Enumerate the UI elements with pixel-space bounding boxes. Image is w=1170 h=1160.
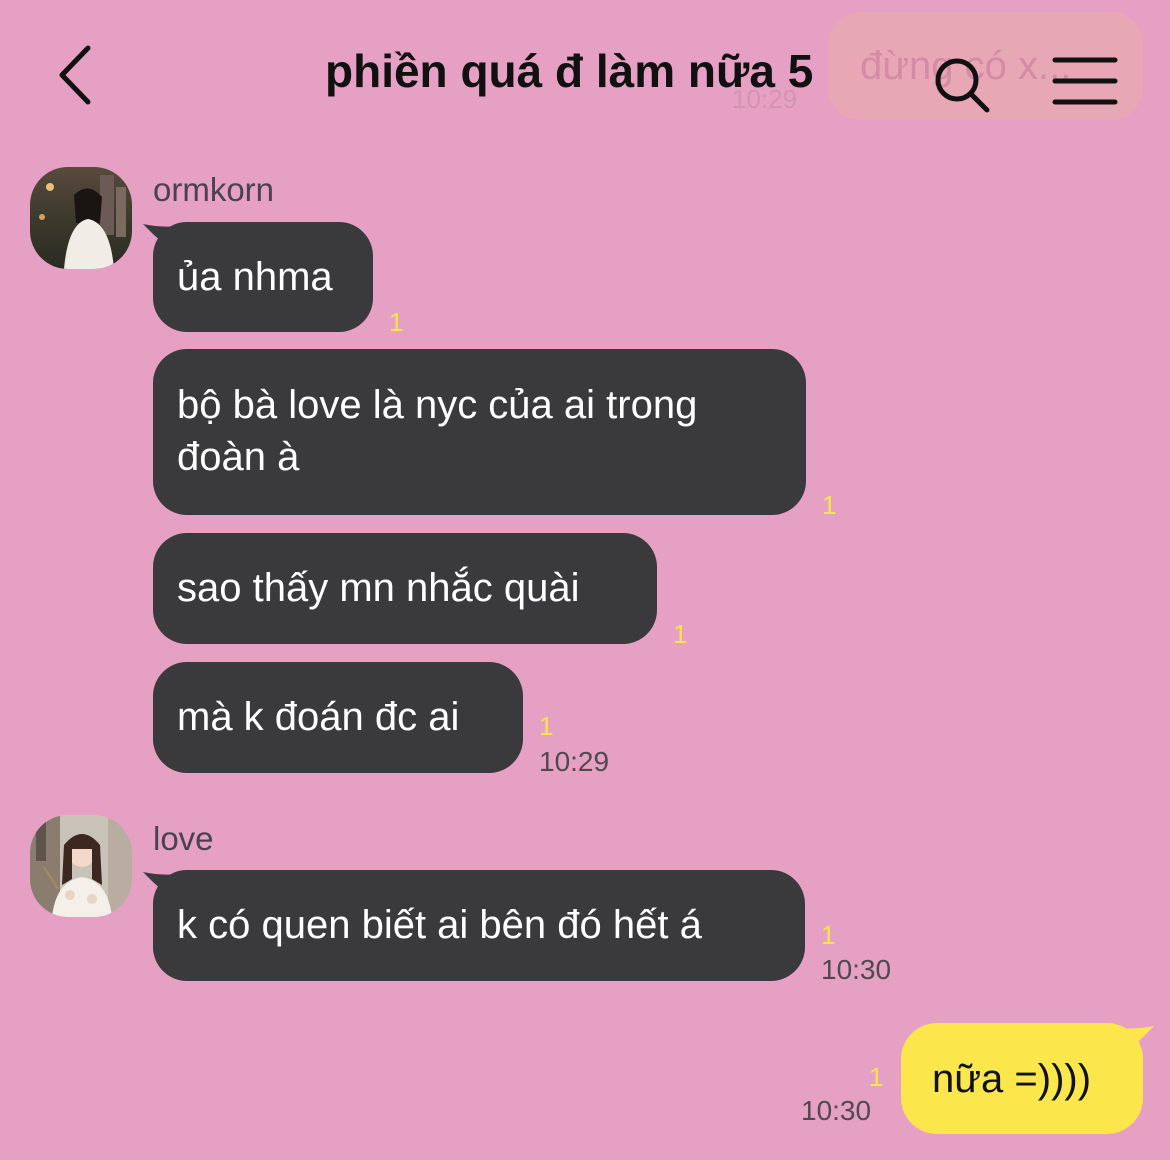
message-text-line: bộ bà love là nyc của ai trong: [177, 383, 698, 427]
search-button[interactable]: [932, 55, 992, 115]
back-button[interactable]: [50, 40, 110, 110]
unread-count: 1: [869, 1062, 884, 1092]
message-time: 10:30: [801, 1095, 872, 1126]
avatar-love[interactable]: [30, 815, 132, 917]
message-text: nữa =)))): [932, 1057, 1092, 1101]
unread-count: 1: [539, 711, 554, 741]
chat-header: đừng có x... 10:29 phiền quá đ làm nữa 5: [0, 0, 1170, 150]
hamburger-menu-icon: [1052, 57, 1118, 105]
message-bubble[interactable]: sao thấy mn nhắc quài: [153, 533, 657, 644]
avatar-photo: [30, 167, 132, 269]
message-text: mà k đoán đc ai: [177, 695, 460, 739]
chat-title: phiền quá đ làm nữa 5: [325, 45, 814, 97]
message-time: 10:29: [539, 746, 610, 777]
chevron-left-icon: [59, 45, 91, 105]
message-text: ủa nhma: [177, 255, 333, 299]
avatar-photo: [30, 815, 132, 917]
unread-count: 1: [389, 307, 404, 337]
message-bubble[interactable]: k có quen biết ai bên đó hết á: [153, 870, 805, 981]
search-icon: [935, 58, 990, 113]
unread-count: 1: [673, 619, 688, 649]
sender-name-ormkorn: ormkorn: [153, 171, 275, 208]
message-text-line: đoàn à: [177, 435, 300, 479]
sender-name-love: love: [153, 820, 214, 857]
unread-count: 1: [821, 920, 836, 950]
message-bubble[interactable]: ủa nhma: [153, 222, 373, 332]
message-text: k có quen biết ai bên đó hết á: [177, 903, 702, 947]
avatar-ormkorn[interactable]: [30, 167, 132, 269]
message-bubble[interactable]: bộ bà love là nyc của ai trong đoàn à: [153, 349, 806, 515]
my-message-bubble[interactable]: nữa =)))): [901, 1023, 1143, 1134]
message-bubble[interactable]: mà k đoán đc ai: [153, 662, 523, 773]
unread-count: 1: [822, 490, 837, 520]
message-time: 10:30: [821, 954, 892, 985]
menu-button[interactable]: [1052, 55, 1118, 107]
message-text: sao thấy mn nhắc quài: [177, 566, 580, 610]
